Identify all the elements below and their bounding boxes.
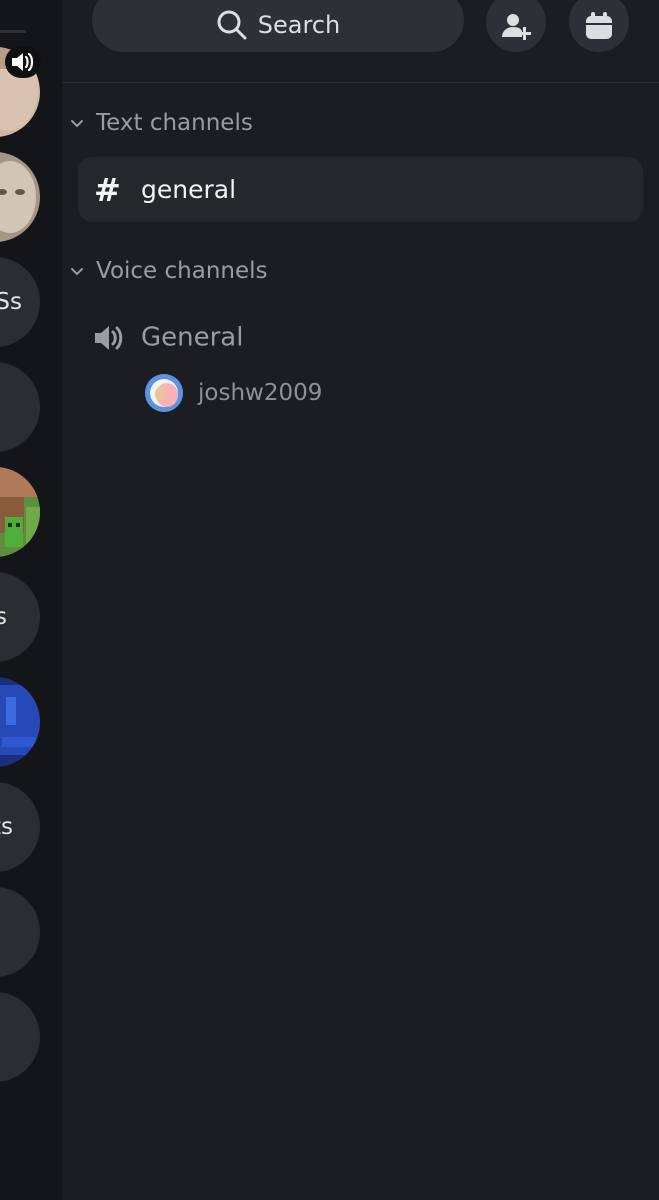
rail-divider [0,30,26,33]
add-server-icon [0,887,40,977]
category-text-channels[interactable]: Text channels [70,110,253,136]
speaker-badge [5,46,41,78]
search-icon [217,10,247,40]
voice-member-name: joshw2009 [198,380,323,406]
add-member-icon [502,14,531,40]
voice-channel-general[interactable]: General [92,316,632,360]
channel-general[interactable]: # general [78,157,643,222]
avatar [145,374,183,412]
server-5-image [0,467,40,557]
explore-servers-button[interactable] [0,992,40,1082]
category-label: Voice channels [96,258,268,284]
server-3-label: Ss [0,289,22,315]
server-8-label: ts [0,814,13,840]
server-rail: Ss I s [0,0,62,1200]
category-voice-channels[interactable]: Voice channels [70,258,268,284]
invite-members-button[interactable] [486,0,546,52]
voice-channel-name: General [141,322,244,353]
server-icon-6[interactable]: s [0,572,40,662]
hash-icon: # [94,170,121,209]
server-icon-4[interactable]: I [0,362,40,452]
speaker-icon [12,52,34,72]
speaker-icon [95,326,123,350]
events-button[interactable] [569,0,629,52]
add-server-button[interactable] [0,887,40,977]
search-label: Search [257,11,341,39]
server-2-image [0,152,40,242]
server-6-label: s [0,604,7,630]
server-icon-8[interactable]: ts [0,782,40,872]
server-icon-7[interactable] [0,677,40,767]
server-icon-3[interactable]: Ss [0,257,40,347]
server-icon-5[interactable] [0,467,40,557]
explore-servers-icon [0,992,40,1082]
channel-name: general [141,174,237,204]
calendar-icon [586,12,612,39]
voice-member[interactable]: joshw2009 [145,374,322,412]
server-icon-2[interactable] [0,152,40,242]
avatar-image [145,374,183,412]
search-button[interactable]: Search [92,0,464,52]
category-label: Text channels [96,110,253,136]
app-root: Ss I s [0,0,659,1200]
chevron-down-icon [71,120,83,128]
server-7-image [0,677,40,767]
header-divider [62,82,659,83]
chevron-down-icon [71,268,83,276]
server-4-label: I [0,394,2,420]
